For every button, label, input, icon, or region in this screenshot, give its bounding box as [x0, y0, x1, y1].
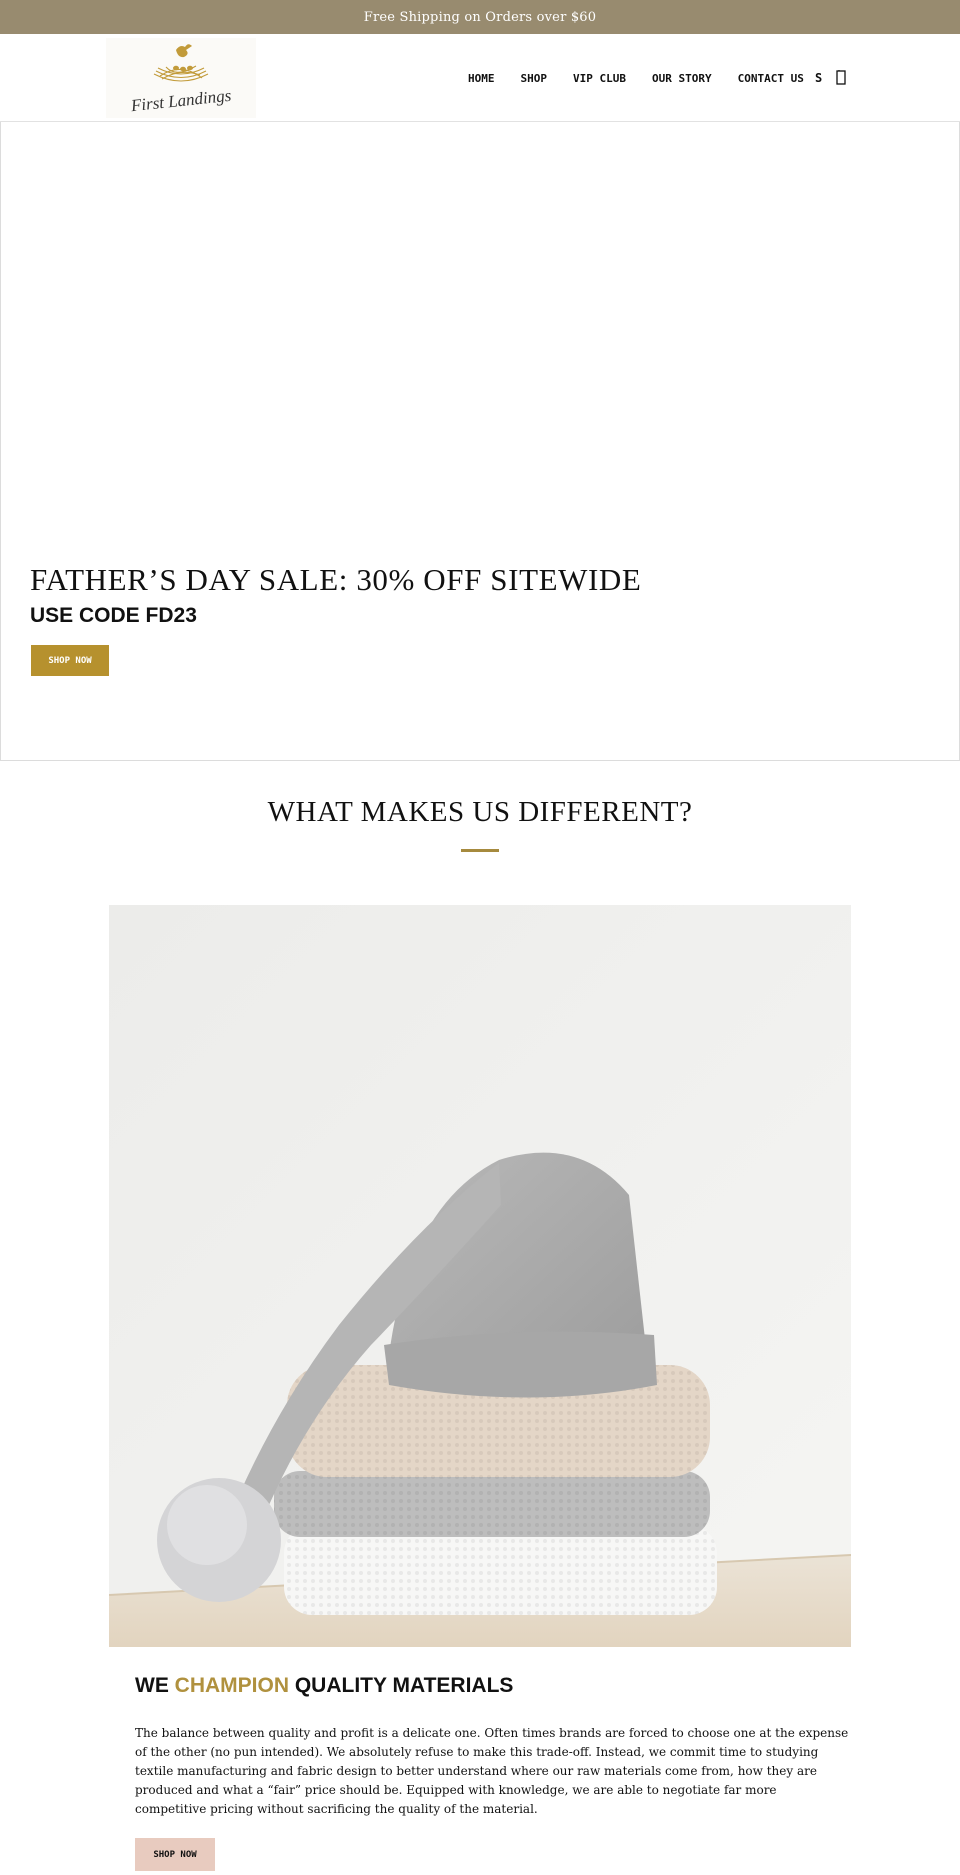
hero-title: FATHER’S DAY SALE: 30% OFF SITEWIDE	[30, 562, 642, 597]
product-image	[109, 905, 851, 1647]
nav-shop[interactable]: SHOP	[521, 72, 548, 85]
cart-icon[interactable]	[836, 70, 846, 85]
announcement-bar: Free Shipping on Orders over $60	[0, 0, 960, 34]
feature-heading-post: QUALITY MATERIALS	[289, 1674, 514, 1697]
feature-body-text: The balance between quality and profit i…	[135, 1726, 849, 1816]
feature-shop-now-button[interactable]: SHOP NOW	[135, 1838, 215, 1871]
nav-vip-club[interactable]: VIP CLUB	[573, 72, 626, 85]
section-title: WHAT MAKES US DIFFERENT?	[267, 796, 693, 828]
hero-banner: FATHER’S DAY SALE: 30% OFF SITEWIDE USE …	[0, 122, 960, 761]
nav-home[interactable]: HOME	[468, 72, 495, 85]
main-nav: HOME SHOP VIP CLUB OUR STORY CONTACT US	[468, 34, 804, 122]
announcement-text: Free Shipping on Orders over $60	[363, 9, 597, 25]
nav-our-story[interactable]: OUR STORY	[652, 72, 712, 85]
brand-logo[interactable]: First Landings	[106, 38, 256, 118]
site-header: First Landings HOME SHOP VIP CLUB OUR ST…	[0, 34, 960, 122]
feature-heading-pre: WE	[135, 1674, 175, 1697]
feature-heading: WE CHAMPION QUALITY MATERIALS	[135, 1674, 513, 1698]
feature-heading-accent: CHAMPION	[174, 1674, 290, 1697]
nav-contact-us[interactable]: CONTACT US	[738, 72, 804, 85]
search-button[interactable]: S	[815, 34, 822, 122]
hero-promo-code: USE CODE FD23	[30, 604, 197, 627]
hero-shop-now-button[interactable]: SHOP NOW	[31, 645, 109, 676]
section-divider	[461, 849, 499, 852]
